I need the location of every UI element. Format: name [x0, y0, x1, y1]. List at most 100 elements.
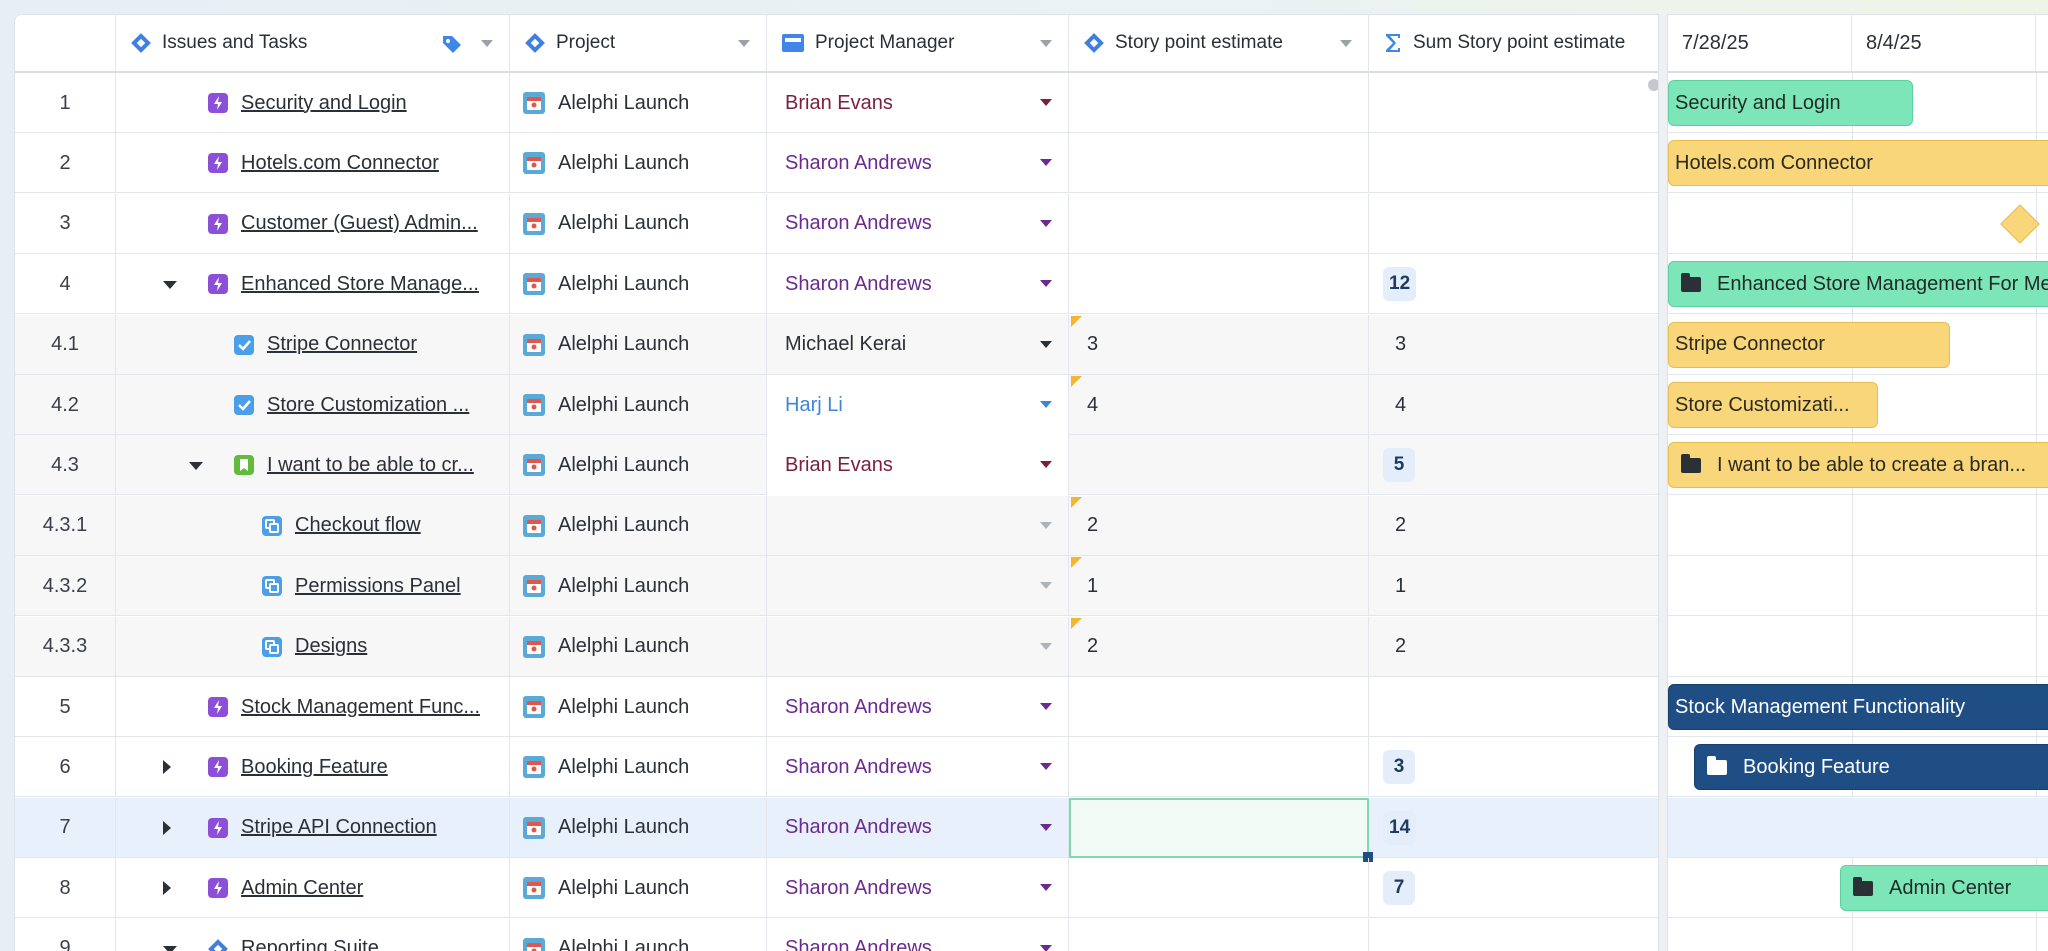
task-link[interactable]: Reporting Suite	[241, 937, 379, 951]
project-manager-select[interactable]: Sharon Andrews	[767, 254, 1069, 315]
dropdown-caret-icon[interactable]	[1040, 219, 1052, 227]
collapse-chevron-icon[interactable]	[163, 281, 177, 290]
issue-cell[interactable]: Designs	[116, 616, 510, 677]
story-point-cell[interactable]	[1069, 254, 1369, 315]
dropdown-caret-icon[interactable]	[1040, 944, 1052, 951]
milestone-diamond-icon[interactable]	[2000, 203, 2040, 244]
task-link[interactable]: Store Customization ...	[267, 394, 469, 417]
story-point-cell[interactable]	[1069, 677, 1369, 737]
project-manager-select[interactable]: Sharon Andrews	[767, 193, 1069, 254]
task-link[interactable]: Customer (Guest) Admin...	[241, 212, 478, 235]
gantt-bar[interactable]: I want to be able to create a bran...	[1668, 442, 2048, 489]
dropdown-caret-icon[interactable]	[1040, 582, 1052, 590]
task-link[interactable]: Stock Management Func...	[241, 696, 480, 719]
task-link[interactable]: Stripe API Connection	[241, 816, 437, 839]
expand-chevron-icon[interactable]	[163, 760, 171, 775]
task-link[interactable]: Hotels.com Connector	[241, 152, 439, 175]
issue-cell[interactable]: Checkout flow	[116, 495, 510, 556]
project-cell[interactable]: Alelphi Launch	[510, 495, 767, 556]
task-link[interactable]: Permissions Panel	[295, 575, 461, 598]
project-manager-select[interactable]	[767, 616, 1069, 677]
gantt-bar[interactable]: Enhanced Store Management For Me	[1668, 261, 2048, 308]
table-row[interactable]: 8 Admin Center Alelphi Launch Sharon Andrew…	[15, 858, 1660, 919]
project-manager-header[interactable]: Project Manager	[767, 15, 1069, 73]
dropdown-caret-icon[interactable]	[1040, 99, 1052, 106]
story-point-cell[interactable]	[1069, 133, 1369, 194]
issue-cell[interactable]: Stripe Connector	[116, 314, 510, 375]
story-point-cell[interactable]	[1069, 435, 1369, 496]
task-link[interactable]: Enhanced Store Manage...	[241, 273, 479, 296]
gantt-bar[interactable]: Admin Center	[1840, 865, 2048, 912]
issue-cell[interactable]: Stock Management Func...	[116, 677, 510, 737]
issue-cell[interactable]: I want to be able to cr...	[116, 435, 510, 496]
dropdown-caret-icon[interactable]	[1040, 884, 1052, 892]
task-link[interactable]: Designs	[295, 635, 367, 658]
table-row[interactable]: 4.3 I want to be able to cr... Alelphi Lau…	[15, 435, 1660, 496]
issue-cell[interactable]: Customer (Guest) Admin...	[116, 193, 510, 254]
column-menu-icon[interactable]	[738, 40, 750, 47]
project-cell[interactable]: Alelphi Launch	[510, 918, 767, 951]
gantt-bar[interactable]: Stock Management Functionality	[1668, 684, 2048, 730]
tag-icon[interactable]	[441, 33, 463, 61]
table-row[interactable]: 2 Hotels.com Connector Alelphi Launch Sharo…	[15, 133, 1660, 194]
project-manager-select[interactable]: Sharon Andrews	[767, 918, 1069, 951]
gantt-bar[interactable]: Hotels.com Connector	[1668, 140, 2048, 187]
issue-cell[interactable]: Permissions Panel	[116, 556, 510, 617]
column-menu-icon[interactable]	[1040, 40, 1052, 47]
dropdown-caret-icon[interactable]	[1040, 642, 1052, 650]
issue-cell[interactable]: Booking Feature	[116, 737, 510, 798]
gantt-bar[interactable]: Booking Feature	[1694, 744, 2048, 791]
table-row[interactable]: 4 Enhanced Store Manage... Alelphi Launch S…	[15, 254, 1660, 315]
project-cell[interactable]: Alelphi Launch	[510, 858, 767, 919]
table-row[interactable]: 3 Customer (Guest) Admin... Alelphi Launch…	[15, 193, 1660, 254]
project-manager-select[interactable]: Sharon Andrews	[767, 677, 1069, 737]
project-cell[interactable]: Alelphi Launch	[510, 797, 767, 858]
gantt-bar[interactable]: Security and Login	[1668, 80, 1913, 126]
project-cell[interactable]: Alelphi Launch	[510, 556, 767, 617]
project-header[interactable]: Project	[510, 15, 767, 73]
column-menu-icon[interactable]	[481, 40, 493, 47]
issue-cell[interactable]: Admin Center	[116, 858, 510, 919]
table-row[interactable]: 4.3.2 Permissions Panel Alelphi Launch 1 1	[15, 556, 1660, 617]
story-point-cell[interactable]	[1069, 73, 1369, 133]
story-point-cell[interactable]: 2	[1069, 495, 1369, 556]
story-point-cell[interactable]: 1	[1069, 556, 1369, 617]
issue-cell[interactable]: Stripe API Connection	[116, 797, 510, 858]
task-link[interactable]: Checkout flow	[295, 514, 421, 537]
project-cell[interactable]: Alelphi Launch	[510, 133, 767, 194]
dropdown-caret-icon[interactable]	[1040, 159, 1052, 167]
expand-chevron-icon[interactable]	[163, 881, 171, 896]
project-cell[interactable]: Alelphi Launch	[510, 677, 767, 737]
story-point-header[interactable]: Story point estimate	[1069, 15, 1369, 73]
dropdown-caret-icon[interactable]	[1040, 703, 1052, 710]
expand-chevron-icon[interactable]	[163, 820, 171, 835]
collapse-chevron-icon[interactable]	[189, 462, 203, 471]
project-cell[interactable]: Alelphi Launch	[510, 73, 767, 133]
story-point-cell[interactable]: 4	[1069, 375, 1369, 435]
task-link[interactable]: I want to be able to cr...	[267, 454, 474, 477]
issue-cell[interactable]: Reporting Suite	[116, 918, 510, 951]
project-cell[interactable]: Alelphi Launch	[510, 193, 767, 254]
story-point-cell[interactable]	[1069, 858, 1369, 919]
table-row[interactable]: 4.3.1 Checkout flow Alelphi Launch 2 2	[15, 495, 1660, 556]
dropdown-caret-icon[interactable]	[1040, 280, 1052, 288]
story-point-cell[interactable]	[1069, 193, 1369, 254]
table-row[interactable]: 5 Stock Management Func... Alelphi Launch S…	[15, 677, 1660, 737]
story-point-cell[interactable]: 3	[1069, 314, 1369, 375]
gantt-bar[interactable]: Stripe Connector	[1668, 321, 1950, 368]
table-row[interactable]: 7 Stripe API Connection Alelphi Launch Shar…	[15, 797, 1660, 862]
project-cell[interactable]: Alelphi Launch	[510, 254, 767, 315]
issues-tasks-header[interactable]: Issues and Tasks	[116, 15, 510, 73]
gantt-bar[interactable]: Store Customizati...	[1668, 382, 1878, 428]
project-manager-select[interactable]: Michael Kerai	[767, 314, 1069, 375]
story-point-cell[interactable]	[1069, 737, 1369, 798]
column-menu-icon[interactable]	[1340, 40, 1352, 47]
issue-cell[interactable]: Enhanced Store Manage...	[116, 254, 510, 315]
dropdown-caret-icon[interactable]	[1040, 461, 1052, 469]
story-point-cell[interactable]	[1069, 918, 1369, 951]
project-cell[interactable]: Alelphi Launch	[510, 435, 767, 496]
table-row[interactable]: 9 Reporting Suite Alelphi Launch Sharon And…	[15, 918, 1660, 951]
issue-cell[interactable]: Store Customization ...	[116, 375, 510, 435]
dropdown-caret-icon[interactable]	[1040, 521, 1052, 529]
task-link[interactable]: Admin Center	[241, 877, 363, 900]
